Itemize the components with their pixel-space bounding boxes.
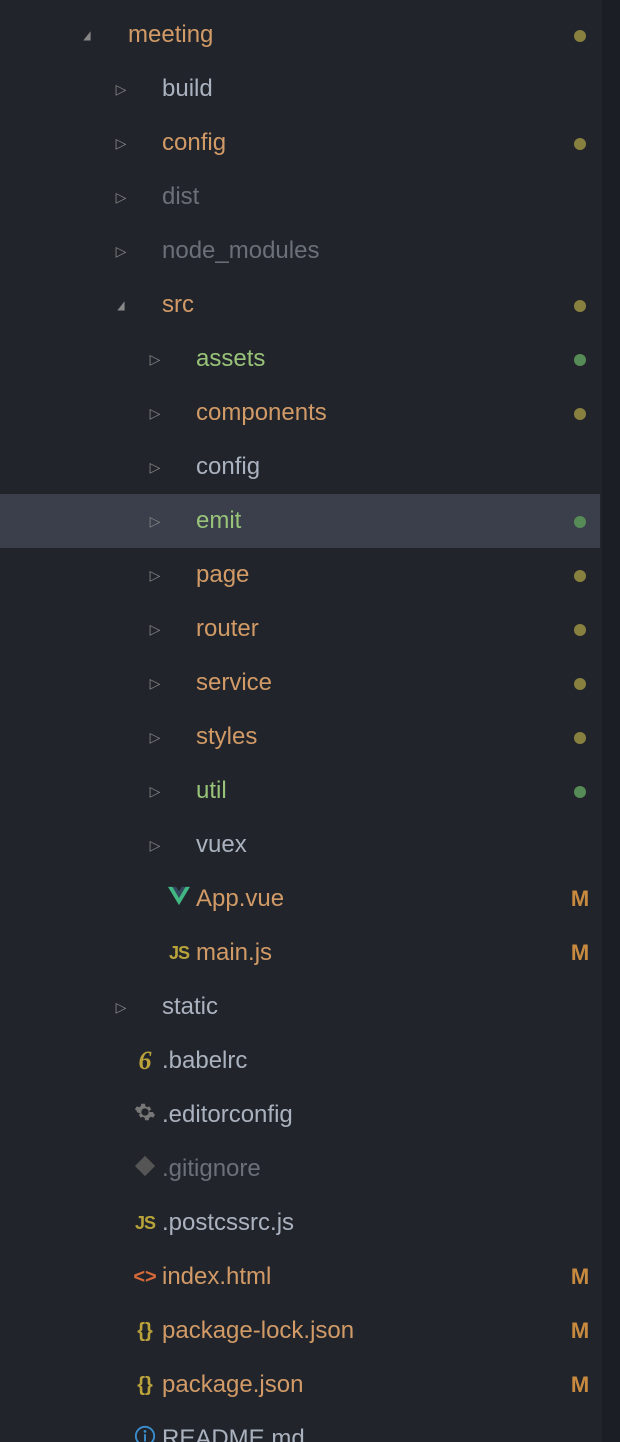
- tree-item-label: build: [160, 75, 560, 103]
- chevron-right-icon[interactable]: ▷: [146, 351, 164, 368]
- filetype-icon: {}: [130, 1374, 160, 1397]
- filetype-icon: JS: [130, 1213, 160, 1234]
- git-dirty-dot: [560, 21, 600, 49]
- filetype-icon: JS: [164, 943, 194, 964]
- chevron-right-icon[interactable]: ▷: [112, 243, 130, 260]
- file-readme[interactable]: README.md: [0, 1412, 600, 1442]
- info-icon: [130, 1425, 160, 1442]
- tree-item-label: package-lock.json: [160, 1317, 560, 1345]
- file-main-js[interactable]: JSmain.jsM: [0, 926, 600, 980]
- chevron-right-icon[interactable]: ▷: [146, 513, 164, 530]
- tree-item-label: assets: [194, 345, 560, 373]
- folder-page[interactable]: ▷ page: [0, 548, 600, 602]
- chevron-right-icon[interactable]: ▷: [112, 135, 130, 152]
- git-dirty-dot: [560, 291, 600, 319]
- git-dirty-dot: [560, 561, 600, 589]
- folder-router[interactable]: ▷ router: [0, 602, 600, 656]
- file-index-html[interactable]: <>index.htmlM: [0, 1250, 600, 1304]
- chevron-right-icon[interactable]: ▷: [146, 729, 164, 746]
- folder-node-modules[interactable]: ▷ node_modules: [0, 224, 600, 278]
- file-postcssrc[interactable]: JS.postcssrc.js: [0, 1196, 600, 1250]
- file-package-lock[interactable]: {}package-lock.jsonM: [0, 1304, 600, 1358]
- tree-item-label: src: [160, 291, 560, 319]
- vue-icon: [164, 885, 194, 913]
- file-gitignore[interactable]: .gitignore: [0, 1142, 600, 1196]
- tree-item-label: emit: [194, 507, 560, 535]
- folder-static[interactable]: ▷ static: [0, 980, 600, 1034]
- tree-item-label: .postcssrc.js: [160, 1209, 560, 1237]
- tree-item-label: .gitignore: [160, 1155, 560, 1183]
- chevron-right-icon[interactable]: ▷: [146, 459, 164, 476]
- tree-item-label: .babelrc: [160, 1047, 560, 1075]
- git-dirty-dot: [560, 615, 600, 643]
- folder-emit[interactable]: ▷ emit: [0, 494, 600, 548]
- git-dirty-dot: [560, 507, 600, 535]
- folder-vuex[interactable]: ▷ vuex: [0, 818, 600, 872]
- filetype-icon: {}: [130, 1320, 160, 1343]
- filetype-icon: <>: [130, 1266, 160, 1289]
- tree-item-label: App.vue: [194, 885, 560, 913]
- folder-config[interactable]: ▷ config: [0, 116, 600, 170]
- tree-item-label: static: [160, 993, 560, 1021]
- tree-item-label: package.json: [160, 1371, 560, 1399]
- git-modified-badge: M: [560, 1318, 600, 1344]
- git-dirty-dot: [560, 777, 600, 805]
- chevron-right-icon[interactable]: ▷: [146, 405, 164, 422]
- file-package-json[interactable]: {}package.jsonM: [0, 1358, 600, 1412]
- tree-item-label: config: [194, 453, 560, 481]
- folder-util[interactable]: ▷ util: [0, 764, 600, 818]
- scrollbar[interactable]: [602, 0, 620, 1442]
- git-dirty-dot: [560, 129, 600, 157]
- git-dirty-dot: [560, 723, 600, 751]
- tree-item-label: router: [194, 615, 560, 643]
- git-modified-badge: M: [560, 886, 600, 912]
- git-dirty-dot: [560, 399, 600, 427]
- folder-meeting[interactable]: ◢ meeting: [0, 8, 600, 62]
- tree-item-label: README.md: [160, 1425, 560, 1442]
- folder-service[interactable]: ▷ service: [0, 656, 600, 710]
- chevron-right-icon[interactable]: ▷: [146, 837, 164, 854]
- tree-item-label: main.js: [194, 939, 560, 967]
- folder-dist[interactable]: ▷ dist: [0, 170, 600, 224]
- tree-item-label: vuex: [194, 831, 560, 859]
- folder-components[interactable]: ▷ components: [0, 386, 600, 440]
- chevron-right-icon[interactable]: ▷: [146, 567, 164, 584]
- tree-item-label: config: [160, 129, 560, 157]
- file-editorconfig[interactable]: .editorconfig: [0, 1088, 600, 1142]
- tree-item-label: dist: [160, 183, 560, 211]
- chevron-right-icon[interactable]: ▷: [146, 783, 164, 800]
- file-babelrc[interactable]: 6.babelrc: [0, 1034, 600, 1088]
- chevron-down-icon[interactable]: ◢: [80, 28, 94, 42]
- chevron-right-icon[interactable]: ▷: [146, 675, 164, 692]
- tree-item-label: node_modules: [160, 237, 560, 265]
- git-modified-badge: M: [560, 940, 600, 966]
- tree-item-label: util: [194, 777, 560, 805]
- tree-item-label: index.html: [160, 1263, 560, 1291]
- tree-item-label: meeting: [126, 21, 560, 49]
- folder-build[interactable]: ▷ build: [0, 62, 600, 116]
- file-tree: ◢ meeting ▷ build ▷ config ▷ dist ▷ node_modules ◢…: [0, 0, 600, 1442]
- tree-item-label: components: [194, 399, 560, 427]
- chevron-down-icon[interactable]: ◢: [114, 298, 128, 312]
- git-modified-badge: M: [560, 1264, 600, 1290]
- git-dirty-dot: [560, 345, 600, 373]
- tree-item-label: page: [194, 561, 560, 589]
- chevron-right-icon[interactable]: ▷: [112, 999, 130, 1016]
- git-dirty-dot: [560, 669, 600, 697]
- file-app-vue[interactable]: App.vueM: [0, 872, 600, 926]
- tree-item-label: .editorconfig: [160, 1101, 560, 1129]
- folder-src-config[interactable]: ▷ config: [0, 440, 600, 494]
- filetype-icon: 6: [130, 1046, 160, 1076]
- folder-assets[interactable]: ▷ assets: [0, 332, 600, 386]
- folder-styles[interactable]: ▷ styles: [0, 710, 600, 764]
- tree-item-label: styles: [194, 723, 560, 751]
- chevron-right-icon[interactable]: ▷: [112, 81, 130, 98]
- git-icon: [130, 1155, 160, 1184]
- tree-item-label: service: [194, 669, 560, 697]
- chevron-right-icon[interactable]: ▷: [112, 189, 130, 206]
- chevron-right-icon[interactable]: ▷: [146, 621, 164, 638]
- gear-icon: [130, 1101, 160, 1130]
- folder-src[interactable]: ◢ src: [0, 278, 600, 332]
- git-modified-badge: M: [560, 1372, 600, 1398]
